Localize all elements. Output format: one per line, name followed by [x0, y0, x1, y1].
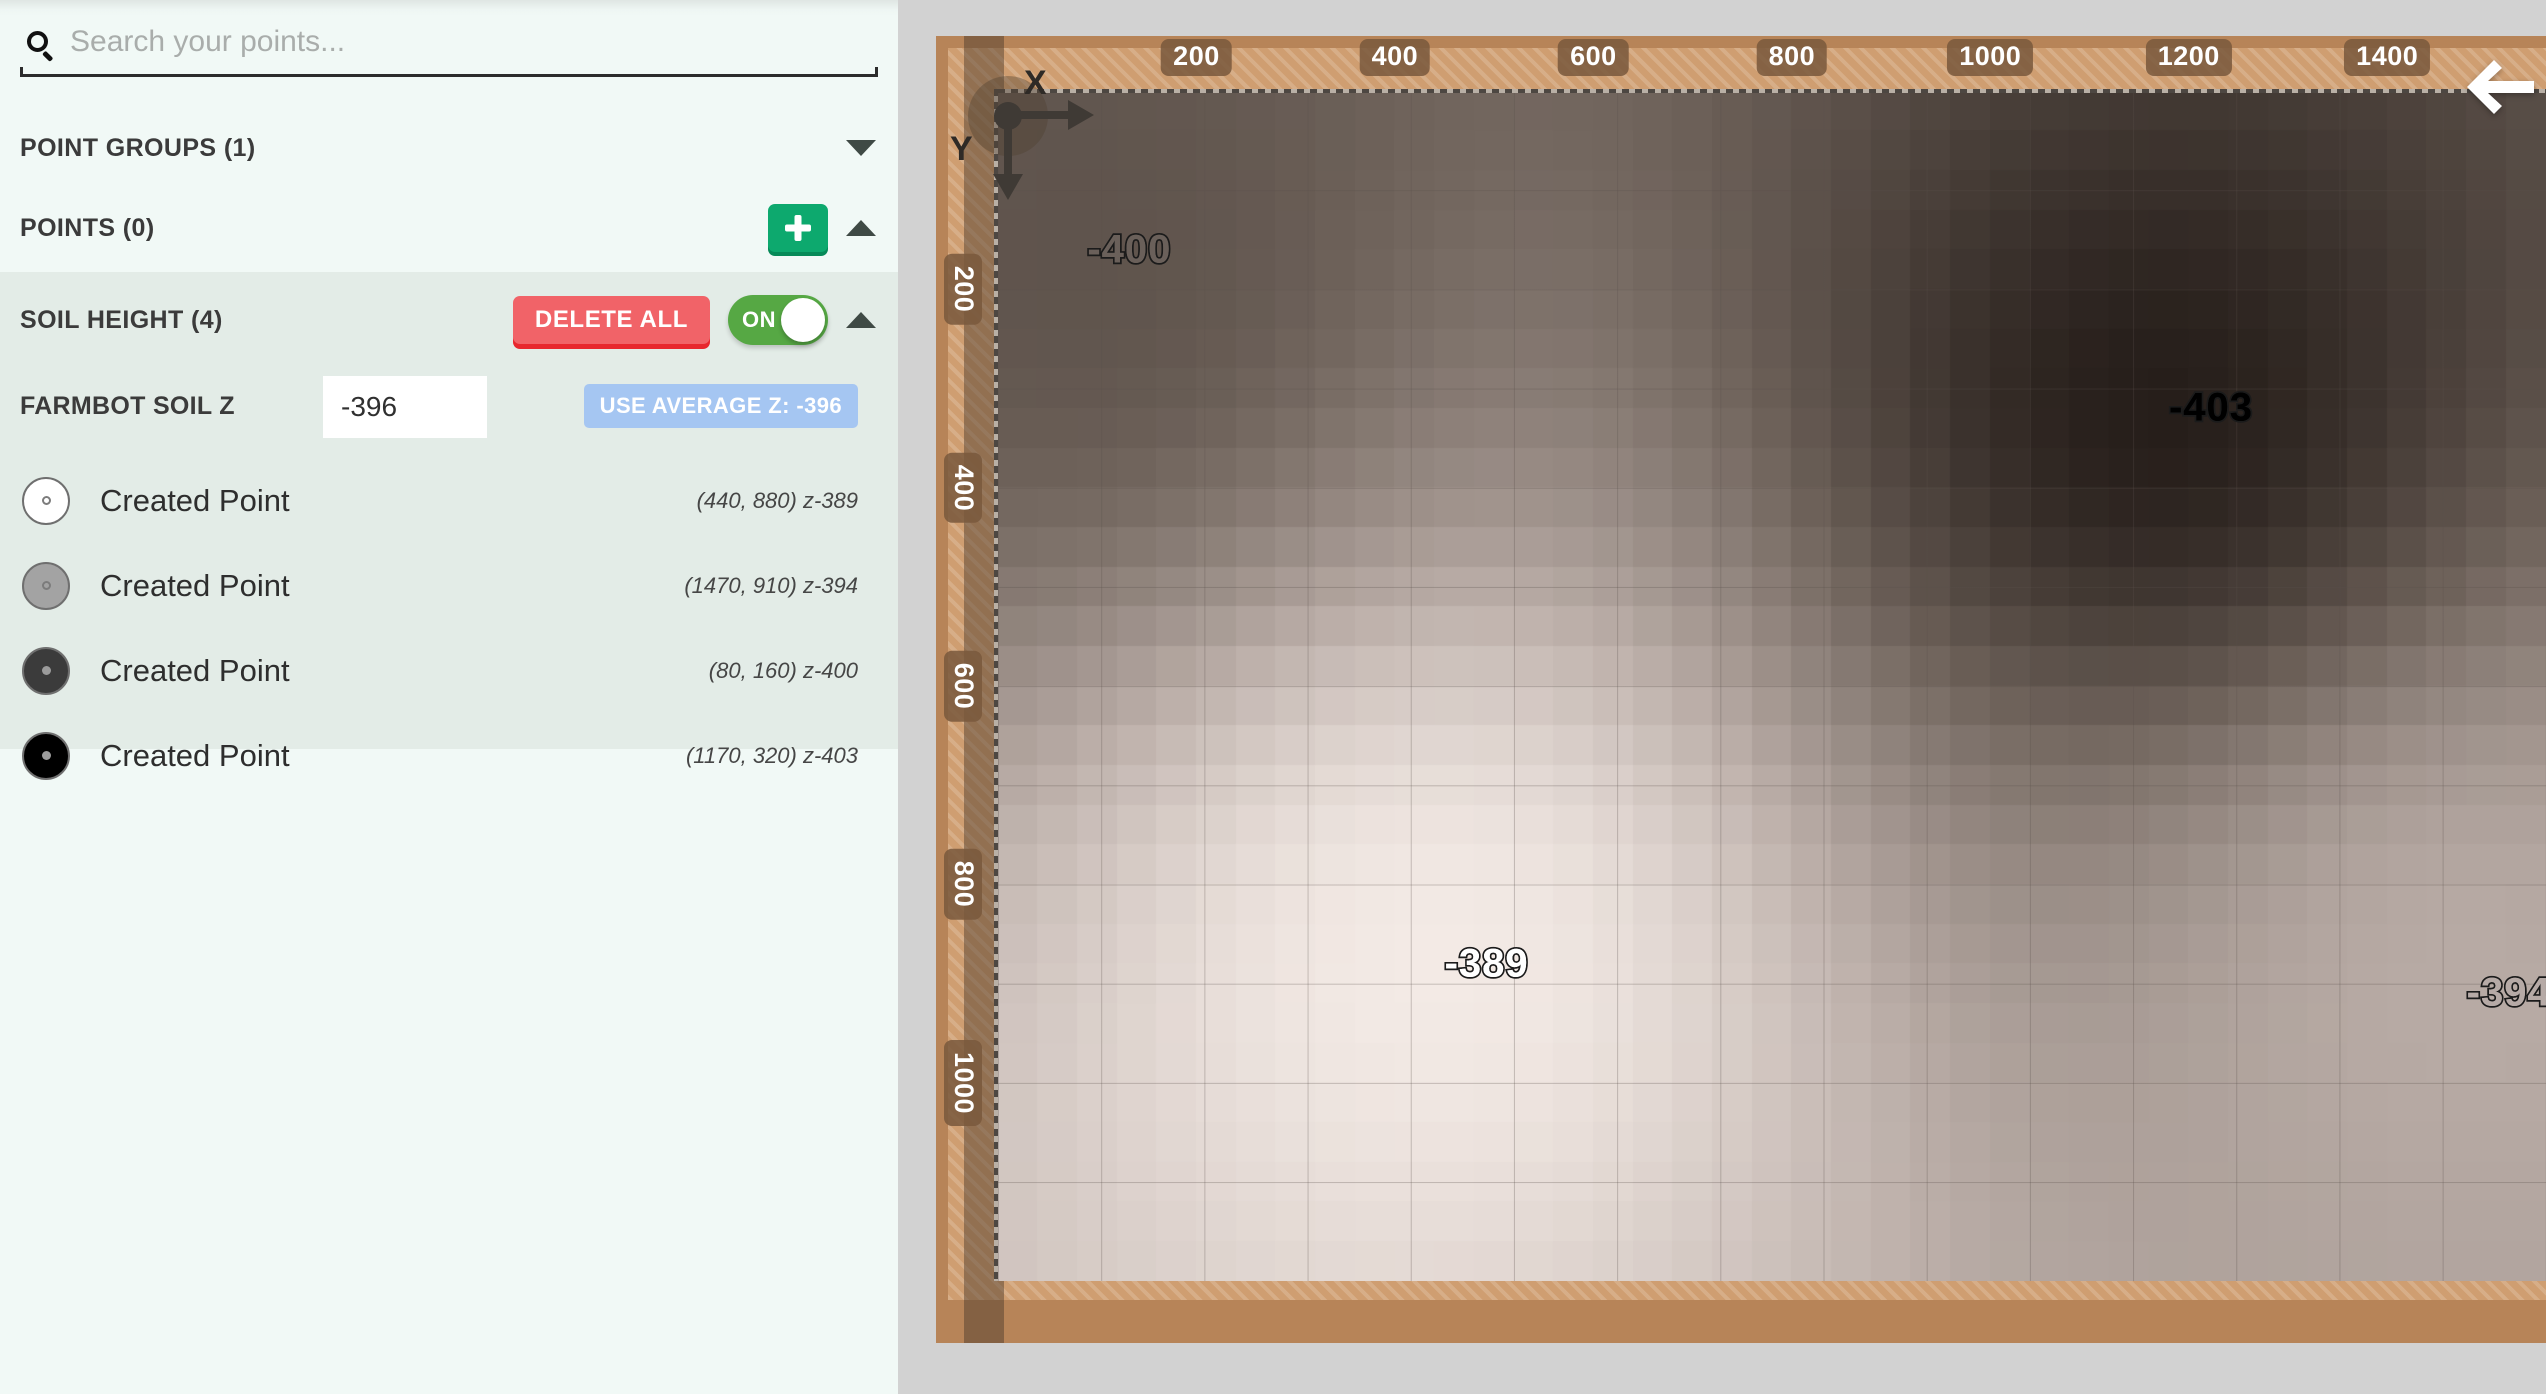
y-tick-label: 200	[944, 254, 982, 325]
y-axis-line	[1004, 111, 1012, 183]
farmbot-soil-z-label: FARMBOT SOIL Z	[20, 392, 235, 421]
section-points[interactable]: POINTS (0)	[0, 188, 898, 268]
soil-height-point-list: Created Point(440, 880) z-389Created Poi…	[0, 458, 898, 798]
chevron-up-icon-soil[interactable]	[846, 312, 876, 328]
y-axis-arrow-icon	[993, 174, 1023, 200]
toggle-state-label: ON	[742, 307, 776, 333]
point-coordinates: (1170, 320) z-403	[686, 743, 858, 769]
x-tick-label: 600	[1558, 39, 1629, 76]
section-point-groups[interactable]: POINT GROUPS (1)	[0, 108, 898, 188]
y-tick-label: 400	[944, 452, 982, 523]
x-tick-label: 200	[1161, 39, 1232, 76]
plot-border-top	[998, 89, 2546, 93]
point-coordinates: (80, 160) z-400	[709, 658, 858, 684]
point-name: Created Point	[100, 483, 290, 519]
point-color-dot	[22, 477, 70, 525]
farmbot-soil-z-row: FARMBOT SOIL Z USE AVERAGE Z: -396	[0, 364, 898, 448]
section-point-groups-label: POINT GROUPS (1)	[20, 134, 256, 163]
point-list-item[interactable]: Created Point (1470, 910) z-394	[0, 543, 898, 628]
soil-height-section: SOIL HEIGHT (4) DELETE ALL ON FARMBOT SO…	[0, 272, 898, 749]
point-dot-center	[42, 666, 51, 675]
point-name: Created Point	[100, 568, 290, 604]
search-bar[interactable]	[20, 17, 878, 77]
panel-top-shadow	[0, 0, 898, 16]
search-input[interactable]	[70, 25, 878, 67]
use-average-z-button[interactable]: USE AVERAGE Z: -396	[584, 384, 858, 428]
soil-height-tools: DELETE ALL ON	[513, 295, 876, 345]
points-tools	[768, 204, 876, 252]
chevron-down-icon[interactable]	[846, 140, 876, 156]
farm-designer-page: POINT GROUPS (1) POINTS (0) SOIL HEIGHT …	[0, 0, 2546, 1394]
soil-height-header[interactable]: SOIL HEIGHT (4) DELETE ALL ON	[0, 280, 898, 360]
point-name: Created Point	[100, 738, 290, 774]
search-icon	[24, 29, 58, 63]
chevron-up-icon[interactable]	[846, 220, 876, 236]
soil-heightmap-canvas	[998, 91, 2546, 1281]
x-tick-label: 1000	[1947, 39, 2033, 76]
y-axis-label: Y	[950, 130, 973, 169]
add-point-button[interactable]	[768, 204, 828, 252]
point-dot-center	[42, 496, 51, 505]
y-tick-label: 600	[944, 651, 982, 722]
point-coordinates: (440, 880) z-389	[697, 488, 858, 514]
origin-axes-marker: X Y	[968, 64, 1118, 214]
plot-border-left	[994, 89, 998, 1281]
soil-height-label: SOIL HEIGHT (4)	[20, 306, 223, 335]
soil-height-toggle[interactable]: ON	[728, 295, 828, 345]
garden-map[interactable]: 200 400 600 800 1000 1200 1400 200 400 600 800 100…	[936, 36, 2546, 1343]
points-panel: POINT GROUPS (1) POINTS (0) SOIL HEIGHT …	[0, 0, 898, 1394]
y-tick-label: 1000	[944, 1040, 982, 1126]
point-dot-center	[42, 751, 51, 760]
x-axis-arrow-icon	[1068, 100, 1094, 130]
delete-all-button[interactable]: DELETE ALL	[513, 296, 710, 344]
x-tick-label: 1200	[2146, 39, 2232, 76]
y-tick-label: 800	[944, 849, 982, 920]
point-color-dot	[22, 732, 70, 780]
farmbot-soil-z-input[interactable]	[323, 376, 487, 438]
point-color-dot	[22, 562, 70, 610]
point-name: Created Point	[100, 653, 290, 689]
section-points-label: POINTS (0)	[20, 214, 155, 243]
soil-heightmap-plot[interactable]	[998, 91, 2546, 1281]
point-coordinates: (1470, 910) z-394	[684, 573, 858, 599]
x-tick-label: 400	[1360, 39, 1431, 76]
point-groups-tools	[846, 140, 876, 156]
back-arrow-icon[interactable]	[2464, 56, 2538, 118]
point-list-item[interactable]: Created Point (80, 160) z-400	[0, 628, 898, 713]
x-tick-label: 1400	[2344, 39, 2430, 76]
point-color-dot	[22, 647, 70, 695]
x-tick-label: 800	[1757, 39, 1828, 76]
point-list-item[interactable]: Created Point (440, 880) z-389	[0, 458, 898, 543]
x-axis-label: X	[1024, 64, 1047, 103]
point-list-item[interactable]: Created Point (1170, 320) z-403	[0, 713, 898, 798]
point-dot-center	[42, 581, 51, 590]
toggle-knob	[781, 298, 825, 342]
